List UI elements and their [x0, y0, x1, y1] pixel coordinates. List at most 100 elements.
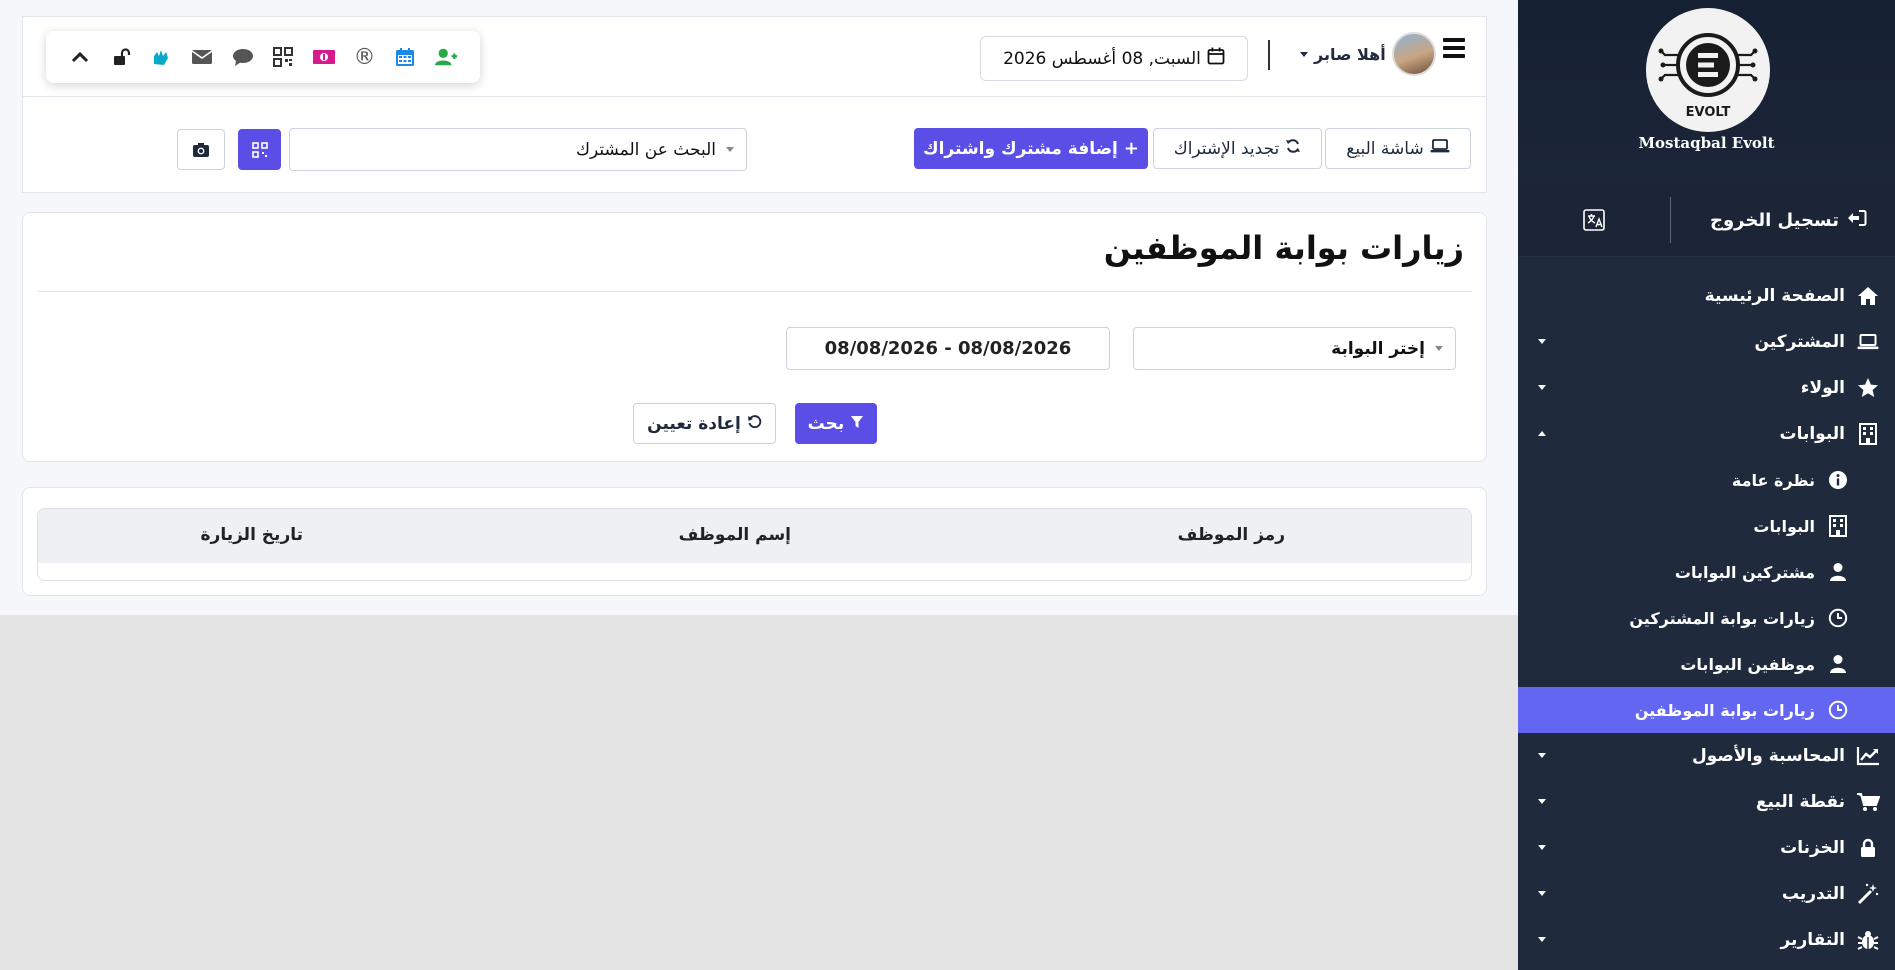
camera-button[interactable] — [177, 129, 225, 170]
lock-icon — [1855, 837, 1881, 859]
user-icon — [1825, 561, 1851, 583]
info-circle-icon — [1825, 469, 1851, 491]
dropdown-caret-icon — [1435, 346, 1443, 351]
calendar-outline-icon — [1207, 47, 1225, 70]
table-body — [37, 563, 1472, 581]
sidebar-item-reports[interactable]: التقارير — [1518, 917, 1895, 963]
action-bar: البحث عن المشترك إضافة مشترك واشتراك + ت… — [22, 96, 1487, 193]
hamburger-menu-icon[interactable] — [1443, 38, 1465, 58]
dropdown-caret-icon — [726, 147, 734, 152]
bug-icon — [1855, 929, 1881, 951]
unlock-icon[interactable] — [109, 45, 133, 69]
logout-label: تسجيل الخروج — [1710, 210, 1839, 231]
camera-icon — [193, 142, 209, 157]
quick-icons-toolbar: ® — [46, 31, 480, 83]
refresh-icon — [1285, 138, 1301, 159]
date-label: السبت, 08 أغسطس 2026 — [1003, 48, 1201, 69]
sidebar-item-label: نظرة عامة — [1731, 470, 1815, 490]
logout-button[interactable]: تسجيل الخروج — [1710, 209, 1867, 232]
home-icon — [1855, 285, 1881, 307]
search-subscriber-select[interactable]: البحث عن المشترك — [289, 128, 747, 171]
brand-logo[interactable]: EVOLT — [1646, 8, 1770, 132]
sidebar-item-gates-overview[interactable]: نظرة عامة — [1518, 457, 1895, 503]
search-button-label: بحث — [807, 413, 845, 434]
sidebar-item-label: البوابات — [1753, 516, 1815, 536]
qrcode-icon[interactable] — [271, 45, 295, 69]
sidebar-item-gate-subscribers[interactable]: مشتركين البوابات — [1518, 549, 1895, 595]
sidebar-item-gates[interactable]: البوابات — [1518, 411, 1895, 457]
date-display[interactable]: السبت, 08 أغسطس 2026 — [980, 36, 1248, 81]
sign-language-icon[interactable] — [149, 45, 173, 69]
sidebar-item-subscribers[interactable]: المشتركين — [1518, 319, 1895, 365]
sidebar-item-point-of-sale[interactable]: نقطة البيع — [1518, 779, 1895, 825]
sidebar-item-label: التدريب — [1781, 884, 1845, 904]
sidebar-item-gate-employees[interactable]: موظفين البوابات — [1518, 641, 1895, 687]
add-subscriber-button[interactable]: إضافة مشترك واشتراك + — [914, 128, 1148, 169]
date-range-value: 08/08/2026 - 08/08/2026 — [824, 338, 1072, 359]
sidebar-item-label: الخزنات — [1780, 838, 1845, 858]
gate-select[interactable]: إختر البوابة — [1133, 327, 1456, 370]
sidebar-item-loyalty[interactable]: الولاء — [1518, 365, 1895, 411]
sidebar-item-label: مشتركين البوابات — [1674, 562, 1815, 582]
chevron-down-icon — [1538, 891, 1546, 896]
user-plus-icon[interactable] — [434, 45, 458, 69]
date-range-input[interactable]: 08/08/2026 - 08/08/2026 — [786, 327, 1110, 370]
user-menu[interactable]: أهلا صابر — [1300, 32, 1436, 76]
sidebar-actions-divider — [1670, 197, 1671, 243]
sidebar-item-home[interactable]: الصفحة الرئيسية — [1518, 273, 1895, 319]
sidebar-item-label: زيارات بوابة الموظفين — [1634, 700, 1815, 720]
results-table-card: رمز الموظف إسم الموظف تاريخ الزيارة — [22, 487, 1487, 596]
filter-icon — [850, 414, 864, 434]
column-visit-date[interactable]: تاريخ الزيارة — [201, 525, 303, 545]
sidebar-item-employee-gate-visits[interactable]: زيارات بوابة الموظفين — [1518, 687, 1895, 733]
chart-line-icon — [1855, 745, 1881, 767]
chevron-down-icon — [1538, 385, 1546, 390]
laptop-icon — [1855, 331, 1881, 353]
renew-subscription-button[interactable]: تجديد الإشتراك — [1153, 128, 1322, 169]
gate-select-label: إختر البوابة — [1331, 338, 1425, 359]
search-button[interactable]: بحث — [795, 403, 877, 444]
svg-text:EVOLT: EVOLT — [1686, 105, 1731, 120]
filter-card: زيارات بوابة الموظفين إختر البوابة 08/08… — [22, 212, 1487, 462]
star-icon — [1855, 377, 1881, 399]
building-icon — [1825, 515, 1851, 537]
avatar — [1391, 32, 1436, 76]
chevron-down-icon — [1538, 937, 1546, 942]
envelope-icon[interactable] — [190, 45, 214, 69]
sidebar-item-label: الصفحة الرئيسية — [1704, 286, 1845, 306]
main-content: ® السبت, 08 أغسطس 2026 أهلا صابر البحث ع… — [0, 0, 1518, 615]
sidebar-item-label: الولاء — [1800, 378, 1845, 398]
sidebar-item-safes[interactable]: الخزنات — [1518, 825, 1895, 871]
registered-icon[interactable]: ® — [352, 45, 376, 70]
clock-icon — [1825, 699, 1851, 721]
calendar-icon[interactable] — [393, 45, 417, 69]
sidebar-item-training[interactable]: التدريب — [1518, 871, 1895, 917]
comment-icon[interactable] — [231, 45, 255, 69]
sidebar-item-subscriber-gate-visits[interactable]: زيارات بوابة المشتركين — [1518, 595, 1895, 641]
qr-scan-button[interactable] — [238, 129, 281, 170]
add-subscriber-label: إضافة مشترك واشتراك — [923, 138, 1118, 159]
sidebar: EVOLT Mostaqbal Evolt تسجيل الخروج الصفح… — [1518, 0, 1895, 970]
translate-icon[interactable] — [1582, 208, 1606, 232]
money-bill-icon[interactable] — [312, 45, 336, 69]
sidebar-menu: الصفحة الرئيسية المشتركين الولاء البوابا… — [1518, 273, 1895, 963]
sidebar-item-label: البوابات — [1779, 424, 1846, 444]
sidebar-item-accounting[interactable]: المحاسبة والأصول — [1518, 733, 1895, 779]
sidebar-item-label: زيارات بوابة المشتركين — [1629, 608, 1815, 628]
chevron-up-icon[interactable] — [68, 45, 92, 69]
chevron-up-icon — [1538, 431, 1546, 436]
plus-icon: + — [1123, 138, 1139, 159]
reset-button[interactable]: إعادة تعيين — [633, 403, 776, 444]
reset-button-label: إعادة تعيين — [647, 413, 741, 434]
sidebar-item-gates-list[interactable]: البوابات — [1518, 503, 1895, 549]
navbar-separator — [1268, 40, 1270, 70]
user-caret-icon — [1300, 51, 1308, 57]
column-employee-code[interactable]: رمز الموظف — [1178, 525, 1285, 545]
building-icon — [1855, 423, 1881, 445]
pos-screen-label: شاشة البيع — [1346, 138, 1424, 159]
shopping-cart-icon — [1855, 791, 1881, 813]
sidebar-item-label: المحاسبة والأصول — [1691, 746, 1845, 766]
sign-out-icon — [1847, 209, 1867, 232]
column-employee-name[interactable]: إسم الموظف — [679, 525, 791, 545]
pos-screen-button[interactable]: شاشة البيع — [1325, 128, 1471, 169]
